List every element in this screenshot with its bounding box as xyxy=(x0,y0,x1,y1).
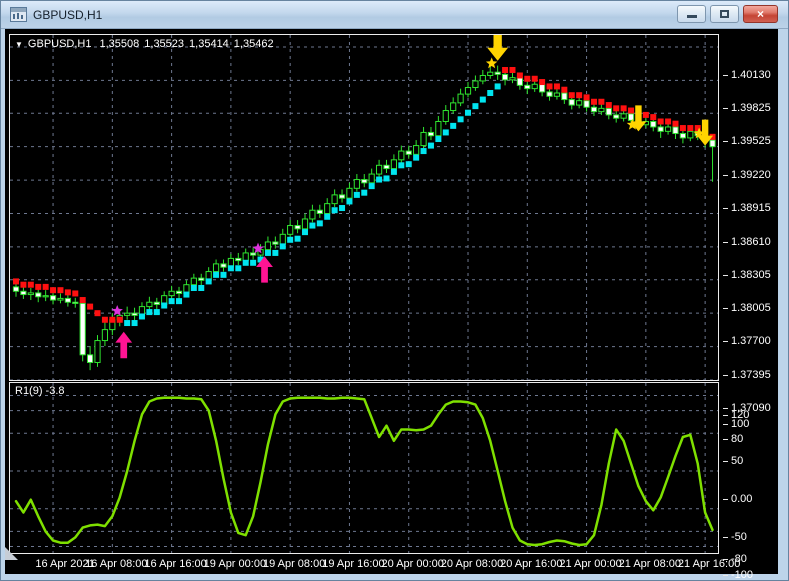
axis-tick-mark xyxy=(723,461,728,463)
candles-layer xyxy=(12,65,716,371)
indicator-tick-label: 80 xyxy=(723,433,743,445)
axis-tick-mark xyxy=(723,108,728,110)
indicator-tick-label: -50 xyxy=(723,531,747,543)
axis-tick-mark xyxy=(723,423,728,425)
axis-tick-mark xyxy=(723,75,728,76)
axis-tick-mark xyxy=(723,241,728,243)
price-tick-label: 1.39525 xyxy=(723,136,771,147)
indicator-label: R1(9) -3.8 xyxy=(15,385,65,397)
axis-tick-mark xyxy=(723,499,728,500)
axis-tick-mark xyxy=(723,408,728,409)
axis-tick-mark xyxy=(723,415,728,416)
indicator-grid-layer xyxy=(10,383,718,553)
indicator-tick-label: 0.00 xyxy=(723,494,752,505)
maximize-button[interactable] xyxy=(710,5,739,23)
axis-tick-mark xyxy=(723,174,728,176)
main-chart-canvas[interactable] xyxy=(10,35,718,380)
price-tick-label: 1.38915 xyxy=(723,203,771,214)
price-axis[interactable]: 1.40130 1.39825 1.39525 1.39220 1.38915 1.386… xyxy=(723,63,781,414)
minimize-button[interactable] xyxy=(677,5,706,23)
price-tick-label: 1.40130 xyxy=(723,70,771,81)
axis-tick-mark xyxy=(723,341,728,343)
price-tick-label: 1.37700 xyxy=(723,336,771,347)
axis-tick-mark xyxy=(723,574,728,576)
sell-star-icon xyxy=(485,57,498,69)
buy-arrow-icon xyxy=(115,331,133,359)
ohlc-open: 1,35508 xyxy=(99,38,140,50)
chart-ohlc-header: ▼ GBPUSD,H1 1,35508 1,35523 1,35414 1,35… xyxy=(15,38,279,50)
chart-window: GBPUSD,H1 × ▼ GBPUSD,H1 1,35508 1,35523 … xyxy=(0,0,789,581)
window-titlebar[interactable]: GBPUSD,H1 × xyxy=(1,1,788,29)
symbol-label: GBPUSD,H1 xyxy=(27,38,92,50)
axis-tick-mark xyxy=(723,141,728,143)
price-tick-label: 1.38305 xyxy=(723,269,771,281)
time-tick-label: 21 Apr 16:00 xyxy=(677,558,741,570)
window-controls: × xyxy=(677,5,778,23)
symbol-dropdown-icon[interactable]: ▼ xyxy=(15,40,23,49)
signals-layer xyxy=(111,35,714,359)
trend-squares-layer xyxy=(13,67,716,327)
price-tick-label: 1.38610 xyxy=(723,236,771,248)
buy-star-icon xyxy=(111,305,123,316)
indicator-canvas[interactable] xyxy=(10,383,718,553)
price-tick-label: 1.39220 xyxy=(723,169,771,181)
axis-tick-mark xyxy=(723,536,728,538)
axis-tick-mark xyxy=(723,374,728,376)
indicator-panel: R1(9) -3.8 xyxy=(9,382,719,554)
main-grid-layer xyxy=(10,35,718,380)
indicator-tick-label: 100 xyxy=(723,418,749,430)
indicator-tick-label: 50 xyxy=(723,456,743,467)
sell-arrow-icon xyxy=(487,35,509,61)
axis-tick-mark xyxy=(723,307,728,309)
price-tick-label: 1.38005 xyxy=(723,302,771,314)
main-chart-panel: ▼ GBPUSD,H1 1,35508 1,35523 1,35414 1,35… xyxy=(9,34,719,381)
ohlc-low: 1,35414 xyxy=(189,38,229,50)
price-tick-label: 1.37395 xyxy=(723,369,771,381)
maximize-icon xyxy=(720,10,729,18)
chart-icon xyxy=(10,7,27,22)
axis-tick-mark xyxy=(723,438,728,440)
time-axis[interactable]: 16 Apr 2021 16 Apr 08:00 16 Apr 16:00 19 Ap… xyxy=(9,556,778,573)
axis-tick-mark xyxy=(723,208,728,210)
price-tick-label: 1.39825 xyxy=(723,103,771,114)
close-button[interactable]: × xyxy=(743,5,778,23)
ohlc-close: 1,35462 xyxy=(233,38,274,50)
axis-tick-mark xyxy=(723,274,728,276)
minimize-icon xyxy=(687,15,697,18)
window-title: GBPUSD,H1 xyxy=(33,7,103,22)
chart-client-area: ▼ GBPUSD,H1 1,35508 1,35523 1,35414 1,35… xyxy=(5,29,781,580)
ohlc-high: 1,35523 xyxy=(144,38,185,50)
panel-resize-grip[interactable] xyxy=(5,547,18,560)
oscillator-line xyxy=(14,396,714,547)
